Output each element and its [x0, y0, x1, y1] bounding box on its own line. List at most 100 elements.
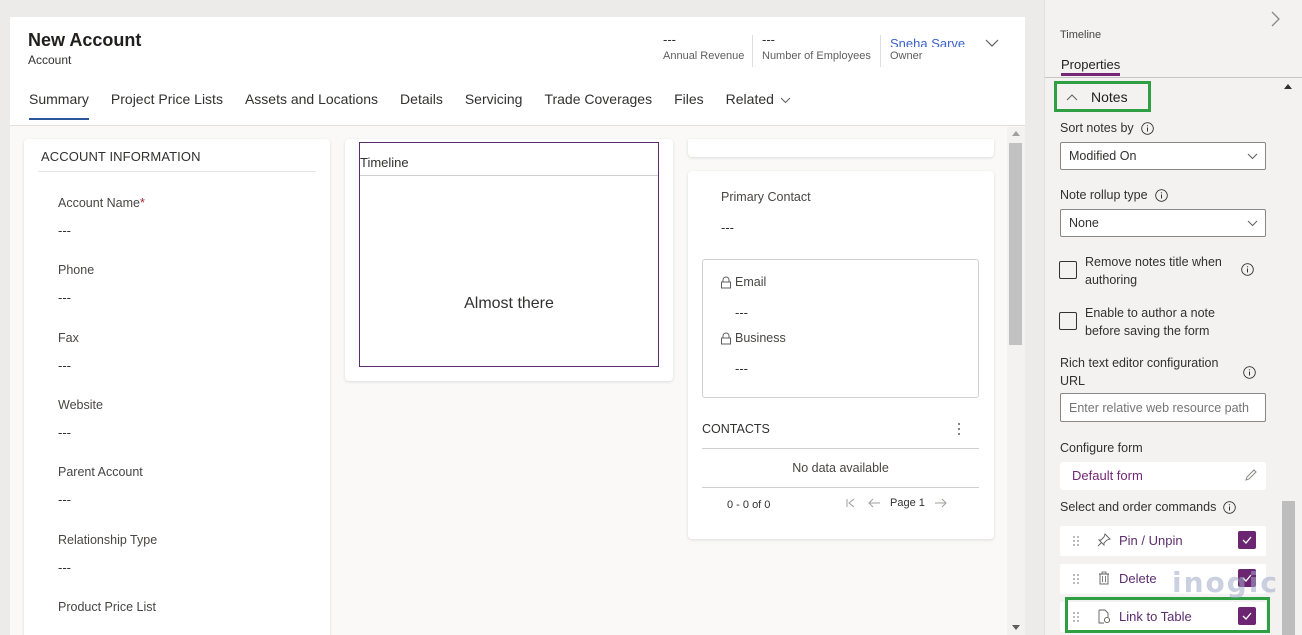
form-area: New Account Account --- Annual Revenue -…	[10, 17, 1025, 635]
header-field-owner[interactable]: Sneha Sarve Owner	[890, 33, 965, 69]
scroll-up-arrow[interactable]	[1012, 131, 1020, 136]
remove-title-checkbox[interactable]	[1059, 261, 1077, 279]
scroll-thumb[interactable]	[1009, 143, 1022, 345]
parent-account-label: Parent Account	[58, 465, 143, 479]
business-row: Business	[720, 331, 786, 345]
info-icon[interactable]	[1154, 188, 1168, 202]
divider	[38, 171, 316, 172]
card-strip	[688, 139, 994, 157]
pane-breadcrumb: Timeline	[1060, 29, 1102, 41]
more-options-icon[interactable]	[953, 421, 965, 437]
product-price-list-label: Product Price List	[58, 600, 156, 614]
field-parent-account[interactable]: Parent Account ---	[58, 465, 143, 507]
command-item[interactable]: Pin / Unpin	[1060, 526, 1266, 556]
pencil-icon[interactable]	[1244, 468, 1258, 482]
tab-related-label: Related	[725, 91, 774, 107]
contacts-empty-message: No data available	[792, 461, 889, 475]
header-divider	[880, 35, 881, 67]
notes-section-title: Notes	[1091, 89, 1128, 105]
tab-properties[interactable]: Properties	[1061, 57, 1121, 76]
chevron-right-icon[interactable]	[1267, 10, 1283, 28]
first-page-icon[interactable]	[844, 496, 858, 510]
employees-value: ---	[762, 32, 775, 47]
tab-related[interactable]: Related	[726, 90, 791, 120]
required-indicator: *	[139, 196, 145, 210]
header-field-employees[interactable]: --- Number of Employees	[762, 33, 871, 69]
highlight-box	[1065, 597, 1270, 633]
notes-section-header[interactable]: Notes	[1054, 81, 1151, 112]
commands-label: Select and order commands	[1060, 500, 1217, 514]
primary-contact-label: Primary Contact	[721, 190, 811, 204]
field-relationship-type[interactable]: Relationship Type ---	[58, 533, 157, 575]
relationship-type-value[interactable]: ---	[58, 560, 157, 575]
rollup-type-dropdown[interactable]: None	[1060, 209, 1266, 237]
info-icon[interactable]	[1223, 500, 1237, 514]
tab-summary[interactable]: Summary	[29, 90, 89, 120]
timeline-card: Timeline Almost there	[345, 139, 673, 381]
rte-config-url-input[interactable]	[1060, 393, 1266, 422]
timeline-title: Timeline	[360, 143, 658, 176]
account-name-value[interactable]: ---	[58, 223, 145, 238]
account-name-label: Account Name	[58, 196, 140, 210]
next-page-icon[interactable]	[934, 496, 948, 510]
primary-contact-value[interactable]: ---	[721, 220, 734, 235]
configure-form-label: Configure form	[1060, 441, 1143, 455]
tab-trade-coverages[interactable]: Trade Coverages	[544, 90, 652, 120]
command-checkbox[interactable]	[1238, 531, 1256, 549]
timeline-control-selected[interactable]: Timeline Almost there	[359, 142, 659, 367]
business-label: Business	[735, 331, 786, 345]
scroll-up-arrow[interactable]	[1284, 84, 1292, 89]
fax-value[interactable]: ---	[58, 358, 79, 373]
info-icon[interactable]	[1243, 365, 1256, 379]
info-icon[interactable]	[1241, 263, 1254, 276]
drag-handle-icon[interactable]	[1072, 573, 1080, 585]
field-fax[interactable]: Fax ---	[58, 331, 79, 373]
record-title: New Account	[28, 30, 142, 50]
rte-label-row: Rich text editor configuration URL	[1060, 354, 1266, 390]
website-label: Website	[58, 398, 103, 412]
form-scrollbar[interactable]	[1007, 127, 1025, 635]
tab-project-price-lists[interactable]: Project Price Lists	[111, 90, 223, 120]
tab-details[interactable]: Details	[400, 90, 443, 120]
website-value[interactable]: ---	[58, 425, 103, 440]
commands-label-row: Select and order commands	[1060, 500, 1237, 514]
pane-scroll-thumb[interactable]	[1282, 501, 1295, 635]
field-phone[interactable]: Phone ---	[58, 263, 94, 305]
field-account-name[interactable]: Account Name* ---	[58, 196, 145, 238]
checkmark-icon	[1242, 536, 1252, 544]
drag-handle-icon[interactable]	[1072, 535, 1080, 547]
parent-account-value[interactable]: ---	[58, 492, 143, 507]
field-product-price-list[interactable]: Product Price List	[58, 600, 156, 614]
owner-value[interactable]: Sneha Sarve	[890, 37, 965, 47]
lock-icon	[721, 276, 731, 288]
contact-details-box: Email --- Business ---	[702, 259, 979, 398]
enable-author-label: Enable to author a note before saving th…	[1085, 306, 1215, 338]
remove-title-label: Remove notes title when authoring	[1085, 255, 1222, 287]
tab-servicing[interactable]: Servicing	[465, 90, 523, 120]
phone-value[interactable]: ---	[58, 290, 94, 305]
trash-icon	[1099, 571, 1109, 585]
enable-author-checkbox[interactable]	[1059, 312, 1077, 330]
configure-form-value: Default form	[1072, 468, 1143, 483]
sort-notes-value: Modified On	[1069, 149, 1137, 163]
info-icon[interactable]	[1140, 121, 1154, 135]
account-information-section: ACCOUNT INFORMATION Account Name* --- Ph…	[24, 139, 330, 635]
app-window: New Account Account --- Annual Revenue -…	[0, 0, 1302, 635]
chevron-down-icon	[1247, 153, 1258, 160]
lock-icon	[721, 332, 731, 344]
previous-page-icon[interactable]	[867, 496, 881, 510]
timeline-loading-message: Almost there	[464, 295, 554, 312]
scroll-down-arrow[interactable]	[1012, 625, 1020, 630]
field-website[interactable]: Website ---	[58, 398, 103, 440]
chevron-down-icon	[780, 97, 791, 104]
configure-form-button[interactable]: Default form	[1060, 462, 1266, 490]
header-field-annual-revenue[interactable]: --- Annual Revenue	[663, 33, 744, 69]
owner-label: Owner	[890, 50, 923, 62]
section-title: ACCOUNT INFORMATION	[41, 149, 201, 164]
primary-contact-card: Primary Contact --- Email --- Business -…	[688, 171, 994, 539]
chevron-down-icon[interactable]	[984, 35, 1000, 51]
tab-files[interactable]: Files	[674, 90, 704, 120]
tab-assets-and-locations[interactable]: Assets and Locations	[245, 90, 378, 120]
sort-notes-dropdown[interactable]: Modified On	[1060, 142, 1266, 170]
rollup-type-label: Note rollup type	[1060, 188, 1148, 202]
